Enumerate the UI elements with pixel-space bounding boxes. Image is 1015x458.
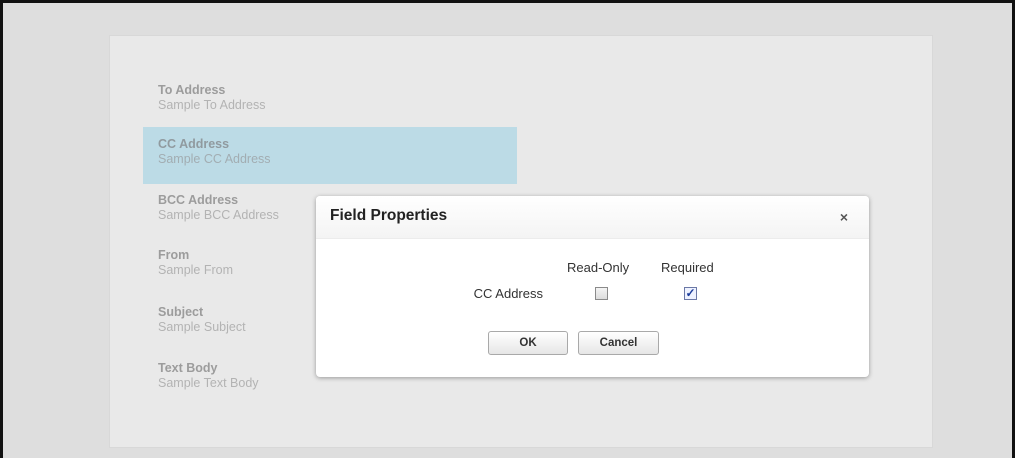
property-row-label: CC Address	[473, 286, 543, 301]
field-properties-dialog: Field Properties × Read-Only Required CC…	[316, 196, 869, 377]
field-to-address[interactable]: To Address Sample To Address	[143, 73, 517, 130]
cancel-button[interactable]: Cancel	[578, 331, 659, 355]
dialog-header: Field Properties ×	[316, 196, 869, 239]
required-column-header: Required	[661, 260, 714, 275]
required-checkbox[interactable]: ✓	[684, 286, 697, 300]
read-only-column-header: Read-Only	[567, 260, 630, 275]
field-sample: Sample To Address	[158, 98, 266, 112]
field-label: To Address	[158, 83, 226, 97]
close-icon[interactable]: ×	[835, 208, 853, 226]
dialog-title: Field Properties	[330, 207, 448, 224]
checkmark-icon: ✓	[685, 286, 696, 300]
field-label: CC Address	[158, 137, 230, 151]
field-cc-address[interactable]: CC Address Sample CC Address	[143, 127, 517, 184]
field-sample: Sample CC Address	[158, 152, 271, 166]
field-sample: Sample Text Body	[158, 376, 259, 390]
ok-button[interactable]: OK	[488, 331, 568, 355]
read-only-checkbox[interactable]	[595, 287, 608, 300]
